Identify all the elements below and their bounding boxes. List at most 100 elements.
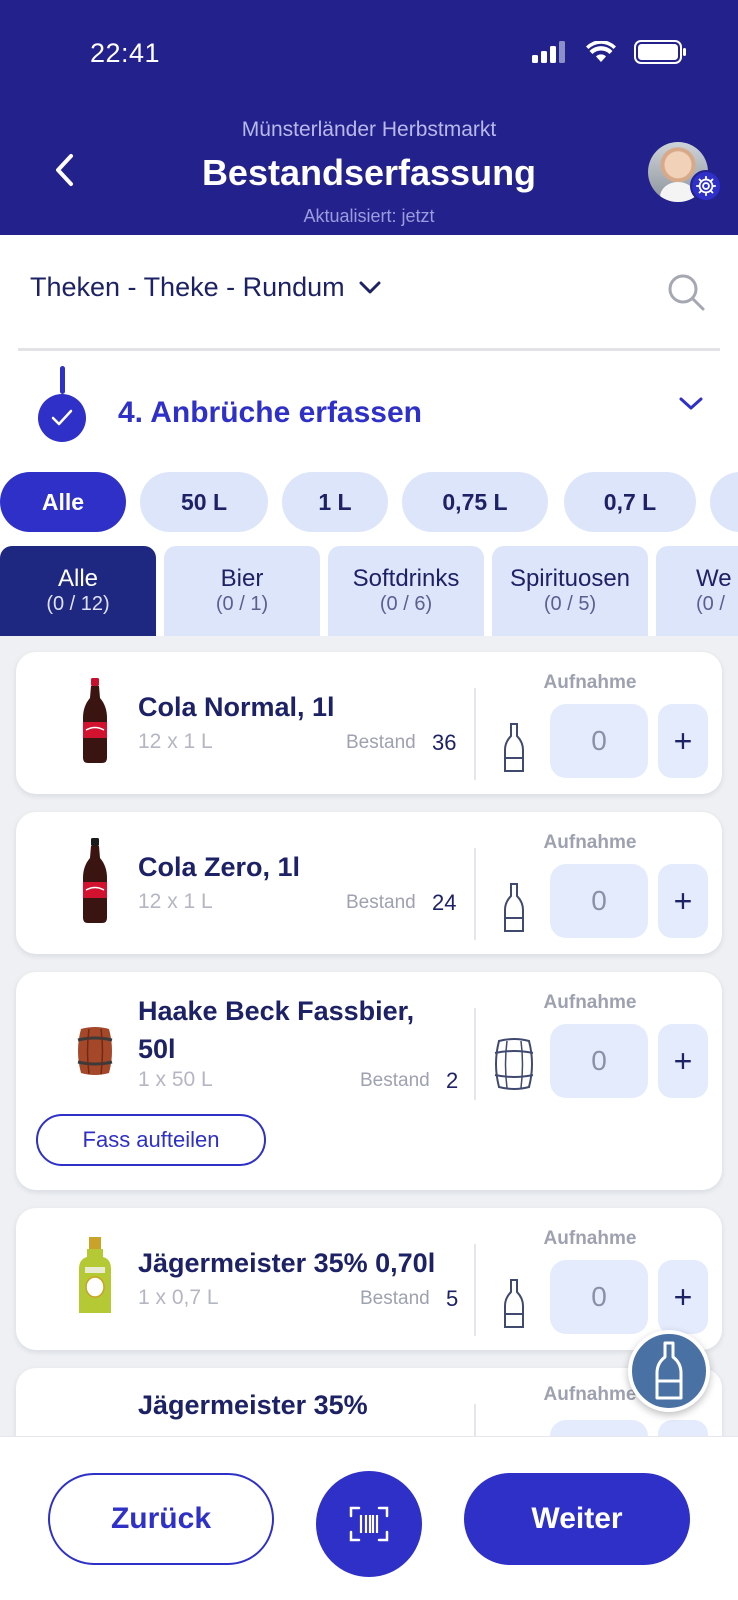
back-button[interactable]: Zurück: [48, 1473, 274, 1565]
signal-icon: [532, 41, 565, 63]
location-dropdown[interactable]: Theken - Theke - Rundum: [30, 272, 381, 303]
quantity-input[interactable]: 0: [550, 1260, 648, 1334]
increment-button[interactable]: +: [658, 704, 708, 778]
product-pack: 12 x 1 L: [138, 890, 213, 913]
product-name: Cola Normal, 1l: [138, 692, 335, 722]
tab-label: Bier: [220, 565, 264, 592]
product-name: Haake Beck Fassbier, 50l: [138, 996, 415, 1064]
increment-button[interactable]: +: [658, 1024, 708, 1098]
product-pack: 1 x 50 L: [138, 1068, 213, 1091]
tab-label: Softdrinks: [352, 565, 460, 592]
aufnahme-label: Aufnahme: [543, 992, 637, 1013]
bottle-icon: [490, 880, 538, 936]
chip-alle[interactable]: Alle: [0, 472, 126, 532]
divider: [474, 1244, 476, 1336]
event-name: Münsterländer Herbstmarkt: [241, 118, 497, 141]
tab-count: (0 /: [696, 593, 725, 615]
product-card: Cola Normal, 1l 12 x 1 L Bestand 36 Aufn…: [16, 652, 722, 794]
product-name: Cola Zero, 1l: [138, 852, 301, 882]
quantity-input[interactable]: 0: [550, 864, 648, 938]
barrel-image: [60, 1006, 130, 1096]
quantity-input[interactable]: 0: [550, 704, 648, 778]
app-header: 22:41 Münsterländer Herbstmarkt Bestands…: [0, 0, 738, 235]
stock-label: Bestand: [360, 1070, 430, 1091]
bottle-icon: [490, 1276, 538, 1332]
bottom-action-bar: Zurück Weiter: [0, 1436, 738, 1600]
stock-label: Bestand: [346, 732, 416, 753]
location-label: Theken - Theke - Rundum: [30, 272, 345, 302]
bottle-icon: [655, 1341, 683, 1400]
chevron-down-icon: [359, 281, 381, 293]
quantity-input[interactable]: 0: [550, 1024, 648, 1098]
product-list: Cola Normal, 1l 12 x 1 L Bestand 36 Aufn…: [0, 636, 738, 1436]
battery-icon: [634, 40, 686, 64]
jaegermeister-glass-image: [60, 1408, 130, 1436]
product-pack: 1 x 0,7 L: [138, 1286, 219, 1309]
step-connector-line: [60, 366, 65, 394]
tab-count: (0 / 1): [215, 593, 269, 615]
stock-value: 5: [446, 1286, 459, 1311]
chip-1l[interactable]: 1 L: [282, 472, 388, 532]
product-pack: 12 x 1 L: [138, 730, 213, 753]
tab-partial[interactable]: We (0 /: [656, 546, 738, 636]
search-icon: [668, 274, 705, 311]
barrel-icon: [490, 1036, 538, 1092]
barcode-scan-button[interactable]: [316, 1471, 422, 1577]
increment-button[interactable]: [658, 1420, 708, 1436]
tab-spirituosen[interactable]: Spirituosen (0 / 5): [492, 546, 648, 636]
aufnahme-label: Aufnahme: [543, 672, 637, 693]
split-keg-button[interactable]: Fass aufteilen: [36, 1114, 266, 1166]
cola-bottle-image: [60, 676, 130, 766]
product-card: Haake Beck Fassbier, 50l 1 x 50 L Bestan…: [16, 972, 722, 1190]
updated-status: Aktualisiert: jetzt: [303, 206, 435, 226]
tab-bier[interactable]: Bier (0 / 1): [164, 546, 320, 636]
page-title: Bestandserfassung: [201, 152, 537, 193]
status-time: 22:41: [90, 38, 161, 68]
step-title[interactable]: 4. Anbrüche erfassen: [118, 396, 422, 430]
stock-value: 24: [432, 890, 457, 915]
tab-count: (0 / 12): [46, 593, 110, 615]
next-button[interactable]: Weiter: [464, 1473, 690, 1565]
size-filter-chips: Alle 50 L 1 L 0,75 L 0,7 L: [0, 472, 738, 532]
product-name: Jägermeister 35%: [138, 1390, 368, 1420]
settings-gear-icon[interactable]: [690, 170, 722, 202]
stock-value: 2: [446, 1068, 459, 1093]
chip-50l[interactable]: 50 L: [140, 472, 268, 532]
product-card: Jägermeister 35% 0,70l 1 x 0,7 L Bestand…: [16, 1208, 722, 1350]
quantity-input[interactable]: [550, 1420, 648, 1436]
aufnahme-label: Aufnahme: [543, 1228, 637, 1249]
divider: [18, 348, 720, 351]
step-expand-chevron-icon[interactable]: [678, 396, 704, 416]
divider: [474, 688, 476, 780]
aufnahme-label: Aufnahme: [543, 1384, 637, 1405]
increment-button[interactable]: +: [658, 864, 708, 938]
divider: [474, 848, 476, 940]
status-icons: [532, 40, 688, 64]
barcode-scan-icon: [349, 1506, 389, 1542]
divider: [474, 1404, 476, 1436]
tab-label: Spirituosen: [509, 565, 631, 592]
divider: [474, 1008, 476, 1100]
bottle-icon: [490, 720, 538, 776]
tab-count: (0 / 6): [379, 593, 433, 615]
tab-label: Alle: [57, 565, 99, 592]
chip-partial[interactable]: [710, 472, 738, 532]
tab-alle[interactable]: Alle (0 / 12): [0, 546, 156, 636]
cola-bottle-image: [60, 836, 130, 926]
chip-07l[interactable]: 0,7 L: [564, 472, 696, 532]
chip-075l[interactable]: 0,75 L: [402, 472, 548, 532]
bottle-fab-button[interactable]: [628, 1330, 710, 1412]
aufnahme-label: Aufnahme: [543, 832, 637, 853]
stock-label: Bestand: [360, 1288, 430, 1309]
jaegermeister-bottle-image: [60, 1232, 130, 1322]
step-complete-check-icon: [38, 394, 86, 442]
increment-button[interactable]: +: [658, 1260, 708, 1334]
stock-value: 36: [432, 730, 457, 755]
product-card: Cola Zero, 1l 12 x 1 L Bestand 24 Aufnah…: [16, 812, 722, 954]
tab-softdrinks[interactable]: Softdrinks (0 / 6): [328, 546, 484, 636]
stock-label: Bestand: [346, 892, 416, 913]
tab-label: We: [696, 565, 732, 592]
product-card: Jägermeister 35% Aufnahme: [16, 1368, 722, 1436]
search-button[interactable]: [666, 272, 706, 312]
product-name: Jägermeister 35% 0,70l: [138, 1248, 436, 1278]
